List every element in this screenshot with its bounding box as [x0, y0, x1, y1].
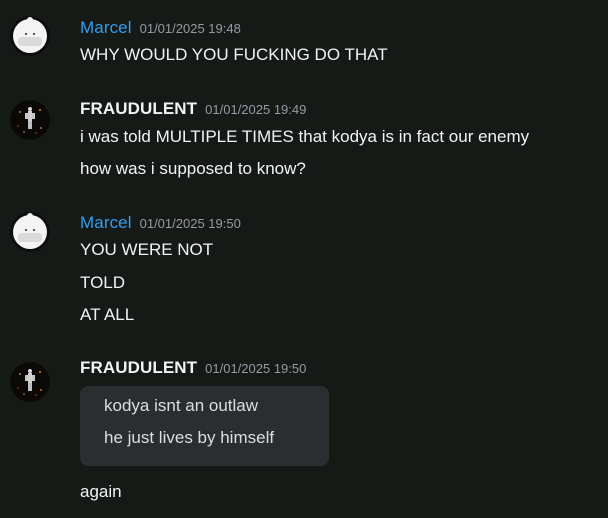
marcel-avatar-icon[interactable] — [10, 212, 50, 252]
message-header: FRAUDULENT 01/01/2025 19:50 — [80, 358, 306, 378]
username[interactable]: FRAUDULENT — [80, 99, 197, 118]
message-text: WHY WOULD YOU FUCKING DO THAT — [80, 45, 388, 64]
message-text: i was told MULTIPLE TIMES that kodya is … — [80, 127, 530, 146]
timestamp: 01/01/2025 19:50 — [205, 361, 307, 376]
fraudulent-avatar-icon[interactable] — [10, 100, 50, 140]
quote-line: he just lives by himself — [104, 428, 275, 447]
message-text: AT ALL — [80, 305, 135, 324]
message-header: Marcel 01/01/2025 19:48 — [80, 18, 241, 38]
quote-block: kodya isnt an outlaw he just lives by hi… — [80, 386, 329, 466]
fraudulent-avatar-icon[interactable] — [10, 362, 50, 402]
message-text: again — [80, 482, 122, 501]
timestamp: 01/01/2025 19:49 — [205, 102, 307, 117]
username[interactable]: FRAUDULENT — [80, 358, 197, 377]
timestamp: 01/01/2025 19:48 — [139, 21, 241, 36]
message-text: YOU WERE NOT — [80, 240, 214, 259]
message-text: how was i supposed to know? — [80, 159, 306, 178]
username[interactable]: Marcel — [80, 213, 132, 232]
marcel-avatar-icon[interactable] — [10, 16, 50, 56]
quote-line: kodya isnt an outlaw — [104, 396, 259, 415]
message-header: Marcel 01/01/2025 19:50 — [80, 213, 241, 233]
message-text: TOLD — [80, 273, 126, 292]
timestamp: 01/01/2025 19:50 — [139, 216, 241, 231]
message-header: FRAUDULENT 01/01/2025 19:49 — [80, 99, 306, 119]
username[interactable]: Marcel — [80, 18, 132, 37]
